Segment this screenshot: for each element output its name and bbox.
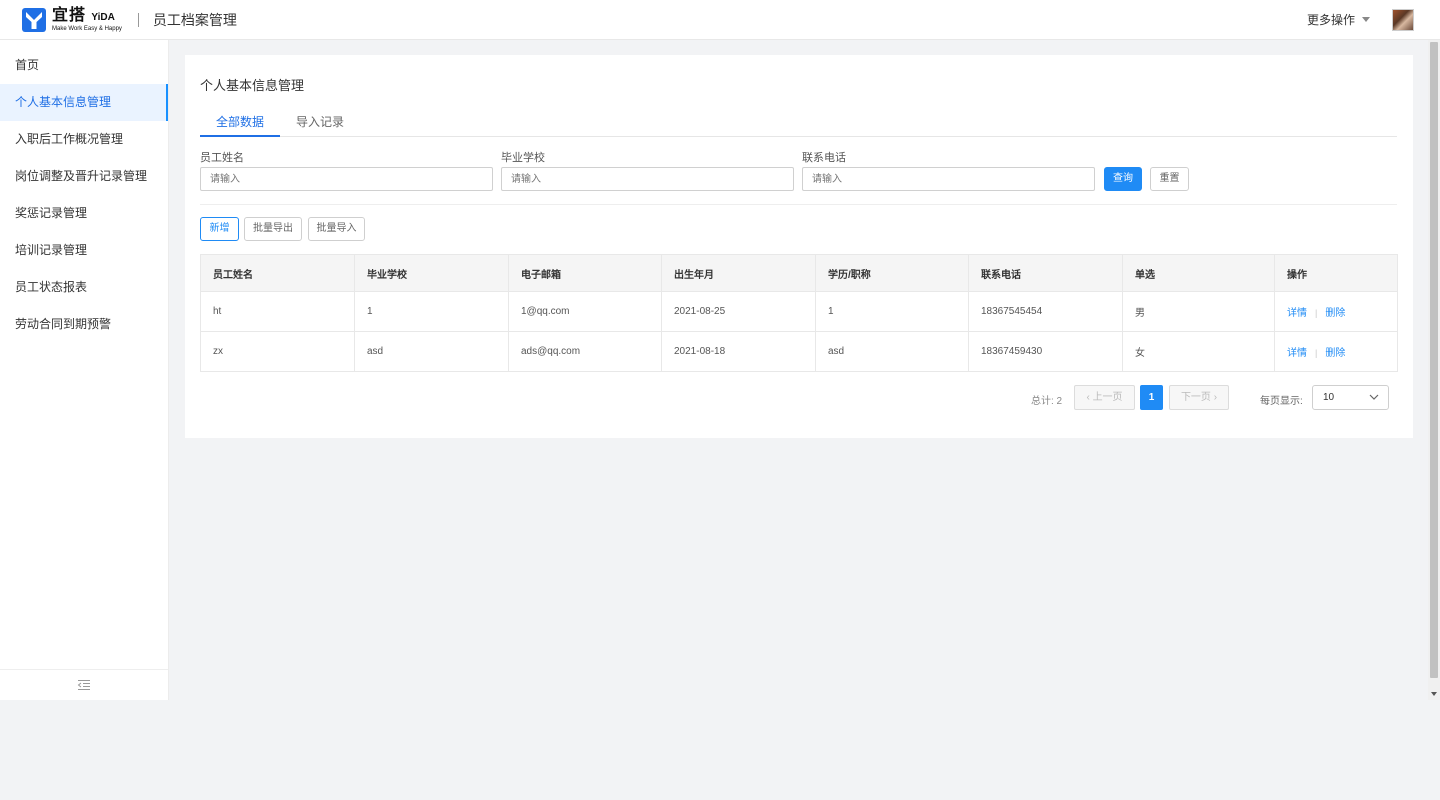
query-button[interactable]: 查询 [1104,167,1142,191]
column-header: 操作 [1274,254,1398,292]
sidebar-item-label: 劳动合同到期预警 [15,317,112,331]
detail-link[interactable]: 详情 [1287,308,1307,319]
sidebar-item-contract-warning[interactable]: 劳动合同到期预警 [0,306,168,343]
next-page-label: 下一页 [1180,392,1211,403]
add-button[interactable]: 新增 [200,217,239,241]
phone-label: 联系电话 [802,152,846,164]
sidebar-item-position-changes[interactable]: 岗位调整及晋升记录管理 [0,158,168,195]
more-operations-dropdown[interactable]: 更多操作 [1307,11,1370,28]
reset-button[interactable]: 重置 [1150,167,1189,191]
prev-page-label: 上一页 [1092,392,1123,403]
app-title: 员工档案管理 [152,11,237,28]
sidebar-item-label: 入职后工作概况管理 [15,132,124,146]
cell-birth: 2021-08-18 [661,331,816,372]
pagination-total: 总计: 2 [1031,396,1063,407]
tab-import-records[interactable]: 导入记录 [280,113,360,137]
cell-gender: 女 [1122,331,1275,372]
sidebar-item-home[interactable]: 首页 [0,47,168,84]
delete-link[interactable]: 删除 [1325,308,1345,319]
action-separator: | [1315,308,1318,318]
cell-phone: 18367545454 [968,291,1123,332]
cell-name: ht [200,291,355,332]
employee-name-input[interactable] [200,167,493,191]
sidebar-item-label: 培训记录管理 [15,243,88,257]
delete-link[interactable]: 删除 [1325,348,1345,359]
sidebar-item-work-overview[interactable]: 入职后工作概况管理 [0,121,168,158]
chevron-right-icon: › [1213,392,1218,403]
top-header: 宜搭 YiDA Make Work Easy & Happy 员工档案管理 更多… [0,0,1440,40]
tab-bar: 全部数据 导入记录 [200,113,1397,137]
page-number-current[interactable]: 1 [1140,385,1163,410]
caret-down-icon [1362,17,1370,22]
cell-actions: 详情 | 删除 [1274,331,1398,372]
next-page-button[interactable]: 下一页 › [1169,385,1229,410]
column-header[interactable]: 单选 [1122,254,1275,292]
sidebar-item-status-report[interactable]: 员工状态报表 [0,269,168,306]
sidebar-item-label: 员工状态报表 [15,280,88,294]
column-header[interactable]: 学历/职称 [815,254,969,292]
chevron-down-icon [1369,394,1379,400]
table-row: zx asd ads@qq.com 2021-08-18 asd 1836745… [200,331,1398,372]
cell-school: asd [354,331,509,372]
main-panel: 个人基本信息管理 全部数据 导入记录 员工姓名 毕业学校 联系电话 查询 重置 … [185,55,1413,438]
yida-logo-icon [22,7,46,32]
detail-link[interactable]: 详情 [1287,348,1307,359]
employee-name-label: 员工姓名 [200,152,244,164]
column-header[interactable]: 电子邮箱 [508,254,662,292]
header-divider [137,12,139,27]
more-operations-label: 更多操作 [1306,13,1355,27]
brand-name-en: YiDA [91,11,115,23]
prev-page-button[interactable]: ‹ 上一页 [1074,385,1135,410]
school-input[interactable] [501,167,794,191]
batch-import-button[interactable]: 批量导入 [308,217,365,241]
batch-export-button[interactable]: 批量导出 [244,217,302,241]
filter-divider [200,204,1397,205]
brand-slogan: Make Work Easy & Happy [52,25,122,32]
phone-input[interactable] [802,167,1095,191]
cell-birth: 2021-08-25 [661,291,816,332]
sidebar-item-label: 首页 [15,58,40,72]
column-header[interactable]: 员工姓名 [200,254,355,292]
table-row: ht 1 1@qq.com 2021-08-25 1 18367545454 男… [200,291,1398,332]
page-size-label: 每页显示: [1260,396,1303,407]
page-size-value: 10 [1323,392,1335,403]
sidebar-item-label: 奖惩记录管理 [15,206,88,220]
column-header[interactable]: 出生年月 [661,254,816,292]
collapse-menu-icon [77,680,90,690]
sidebar-item-training[interactable]: 培训记录管理 [0,232,168,269]
sidebar-item-personal-info[interactable]: 个人基本信息管理 [0,84,168,121]
cell-degree: asd [815,331,969,372]
cell-gender: 男 [1122,291,1275,332]
tab-label: 导入记录 [295,115,344,129]
user-avatar[interactable] [1392,8,1414,31]
brand-name-cn: 宜搭 [52,6,87,24]
action-separator: | [1315,348,1318,358]
cell-phone: 18367459430 [968,331,1123,372]
tab-all-data[interactable]: 全部数据 [200,113,280,137]
cell-actions: 详情 | 删除 [1274,291,1398,332]
chevron-left-icon: ‹ [1086,392,1090,403]
table-header-row: 员工姓名 毕业学校 电子邮箱 出生年月 学历/职称 联系电话 单选 操作 [200,254,1398,292]
sidebar: 首页 个人基本信息管理 入职后工作概况管理 岗位调整及晋升记录管理 奖惩记录管理… [0,40,169,700]
cell-email: 1@qq.com [508,291,662,332]
vertical-scrollbar[interactable] [1428,40,1440,700]
employee-table: 员工姓名 毕业学校 电子邮箱 出生年月 学历/职称 联系电话 单选 操作 ht … [200,254,1398,372]
cell-email: ads@qq.com [508,331,662,372]
sidebar-collapse-button[interactable] [0,669,168,700]
column-header[interactable]: 毕业学校 [354,254,509,292]
page-size-select[interactable]: 10 [1312,385,1389,410]
cell-name: zx [200,331,355,372]
scroll-down-arrow-icon[interactable] [1431,692,1437,696]
cell-school: 1 [354,291,509,332]
page-title: 个人基本信息管理 [200,78,305,93]
sidebar-item-rewards-penalties[interactable]: 奖惩记录管理 [0,195,168,232]
sidebar-item-label: 个人基本信息管理 [15,95,112,109]
tab-label: 全部数据 [215,115,264,129]
scrollbar-thumb[interactable] [1430,42,1438,678]
sidebar-item-label: 岗位调整及晋升记录管理 [15,169,148,183]
school-label: 毕业学校 [501,152,545,164]
yida-logo[interactable]: 宜搭 YiDA Make Work Easy & Happy [22,6,122,32]
cell-degree: 1 [815,291,969,332]
column-header[interactable]: 联系电话 [968,254,1123,292]
